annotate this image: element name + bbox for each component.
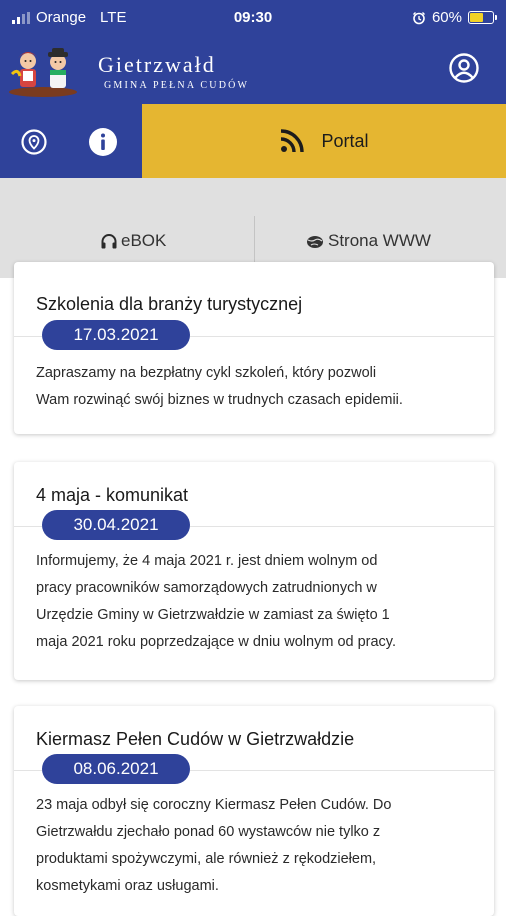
excerpt-line: Gietrzwałdu zjechało ponad 60 wystawców … xyxy=(36,824,381,840)
app-title: Gietrzwałd xyxy=(98,52,216,77)
website-link[interactable]: Strona WWW xyxy=(305,230,431,252)
app-header: Gietrzwałd GMINA PEŁNA CUDÓW xyxy=(0,36,506,104)
news-date: 08.06.2021 xyxy=(42,754,190,784)
news-title: 4 maja - komunikat xyxy=(36,485,189,505)
brand: Gietrzwałd GMINA PEŁNA CUDÓW xyxy=(98,52,249,91)
news-title: Szkolenia dla branży turystycznej xyxy=(36,294,303,314)
battery-info: 60% xyxy=(412,9,497,26)
alarm-icon xyxy=(412,11,425,24)
app-subtitle: GMINA PEŁNA CUDÓW xyxy=(104,80,250,91)
info-icon[interactable] xyxy=(88,127,118,157)
excerpt-line: 23 maja odbył się coroczny Kiermasz Pełe… xyxy=(36,797,392,813)
folk-figures-logo xyxy=(9,48,77,97)
excerpt-line: Zapraszamy na bezpłatny cykl szkoleń, kt… xyxy=(36,365,377,381)
news-card[interactable]: 4 maja - komunikat 30.04.2021 Informujem… xyxy=(14,462,494,680)
website-label: Strona WWW xyxy=(328,231,431,250)
subnav-divider xyxy=(254,216,255,264)
excerpt-line: produktami spożywczymi, ale również z rę… xyxy=(36,851,377,867)
news-date: 17.03.2021 xyxy=(42,320,190,350)
excerpt-line: kosmetykami oraz usługami. xyxy=(36,878,219,894)
news-card[interactable]: Szkolenia dla branży turystycznej 17.03.… xyxy=(14,262,494,434)
ebok-link[interactable]: eBOK xyxy=(100,230,166,252)
excerpt-line: Wam rozwinąć swój biznes w trudnych czas… xyxy=(36,392,403,408)
news-title: Kiermasz Pełen Cudów w Gietrzwałdzie xyxy=(36,729,355,749)
headphones-icon xyxy=(101,234,117,249)
excerpt-line: Informujemy, że 4 maja 2021 r. jest dnie… xyxy=(36,553,378,569)
status-bar: Orange LTE 09:30 60% xyxy=(0,0,506,36)
rss-icon xyxy=(281,129,305,153)
excerpt-line: Urzędzie Gminy w Gietrzwałdzie w zamiast… xyxy=(36,607,390,623)
news-excerpt: Informujemy, że 4 maja 2021 r. jest dnie… xyxy=(36,548,480,656)
user-circle-icon[interactable] xyxy=(448,52,480,84)
news-card[interactable]: Kiermasz Pełen Cudów w Gietrzwałdzie 08.… xyxy=(14,706,494,916)
ebok-label: eBOK xyxy=(121,231,167,250)
news-date: 30.04.2021 xyxy=(42,510,190,540)
portal-tab[interactable]: Portal xyxy=(142,104,506,178)
battery-icon xyxy=(468,11,497,24)
excerpt-line: pracy pracowników samorządowych zatrudni… xyxy=(36,580,377,596)
map-pin-icon[interactable] xyxy=(20,128,48,156)
battery-percent: 60% xyxy=(431,9,462,26)
globe-icon xyxy=(307,236,323,248)
excerpt-line: maja 2021 roku poprzedzające w dniu woln… xyxy=(36,634,397,650)
main-nav: Portal xyxy=(0,104,506,178)
portal-label: Portal xyxy=(321,130,369,151)
nav-icon-group xyxy=(0,104,142,178)
news-excerpt: 23 maja odbył się coroczny Kiermasz Pełe… xyxy=(36,792,480,900)
news-excerpt: Zapraszamy na bezpłatny cykl szkoleń, kt… xyxy=(36,360,480,414)
